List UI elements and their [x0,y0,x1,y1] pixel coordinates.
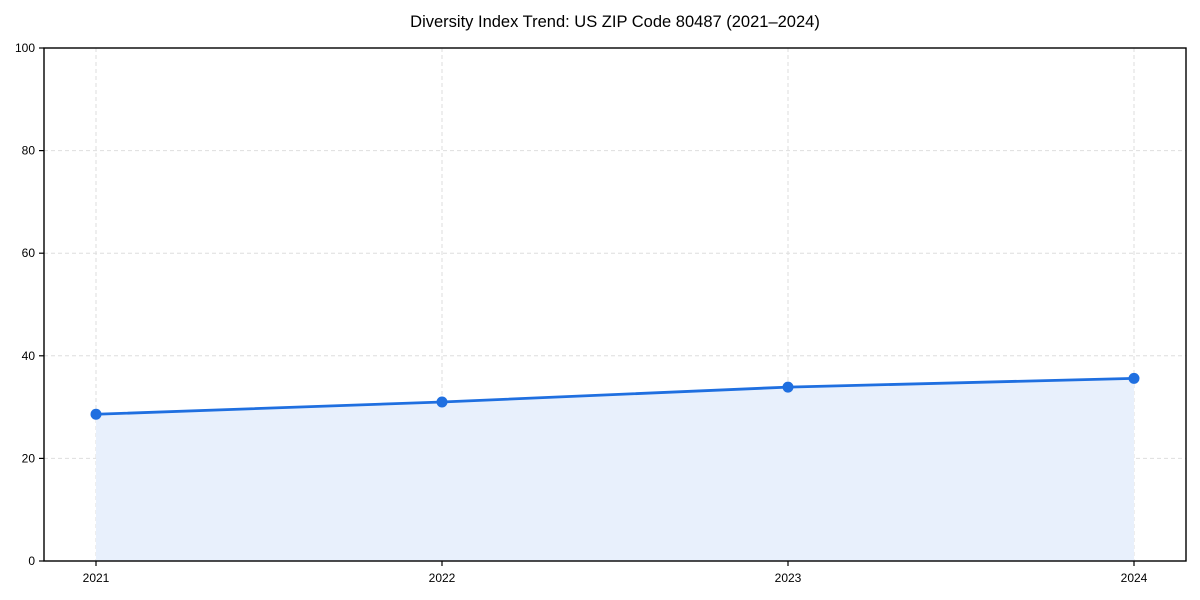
line-chart-canvas: 0 20 40 60 80 100 2021 2022 2023 2024 [0,0,1200,600]
y-tick-label: 0 [28,554,35,568]
data-point-marker [437,396,448,407]
x-tick-label: 2023 [775,571,802,585]
x-tick-label: 2022 [429,571,456,585]
chart-title: Diversity Index Trend: US ZIP Code 80487… [44,13,1186,32]
x-tick-label: 2021 [83,571,110,585]
data-point-marker [91,409,102,420]
y-tick-label: 100 [15,41,35,55]
y-tick-label: 20 [22,451,36,465]
series-area-fill [96,378,1134,561]
x-tick-label: 2024 [1121,571,1148,585]
diversity-index-chart: Diversity Index Trend: US ZIP Code 80487… [0,0,1200,600]
data-point-marker [1129,373,1140,384]
y-tick-label: 60 [22,246,36,260]
data-point-marker [783,382,794,393]
y-tick-label: 80 [22,144,36,158]
y-tick-label: 40 [22,349,36,363]
